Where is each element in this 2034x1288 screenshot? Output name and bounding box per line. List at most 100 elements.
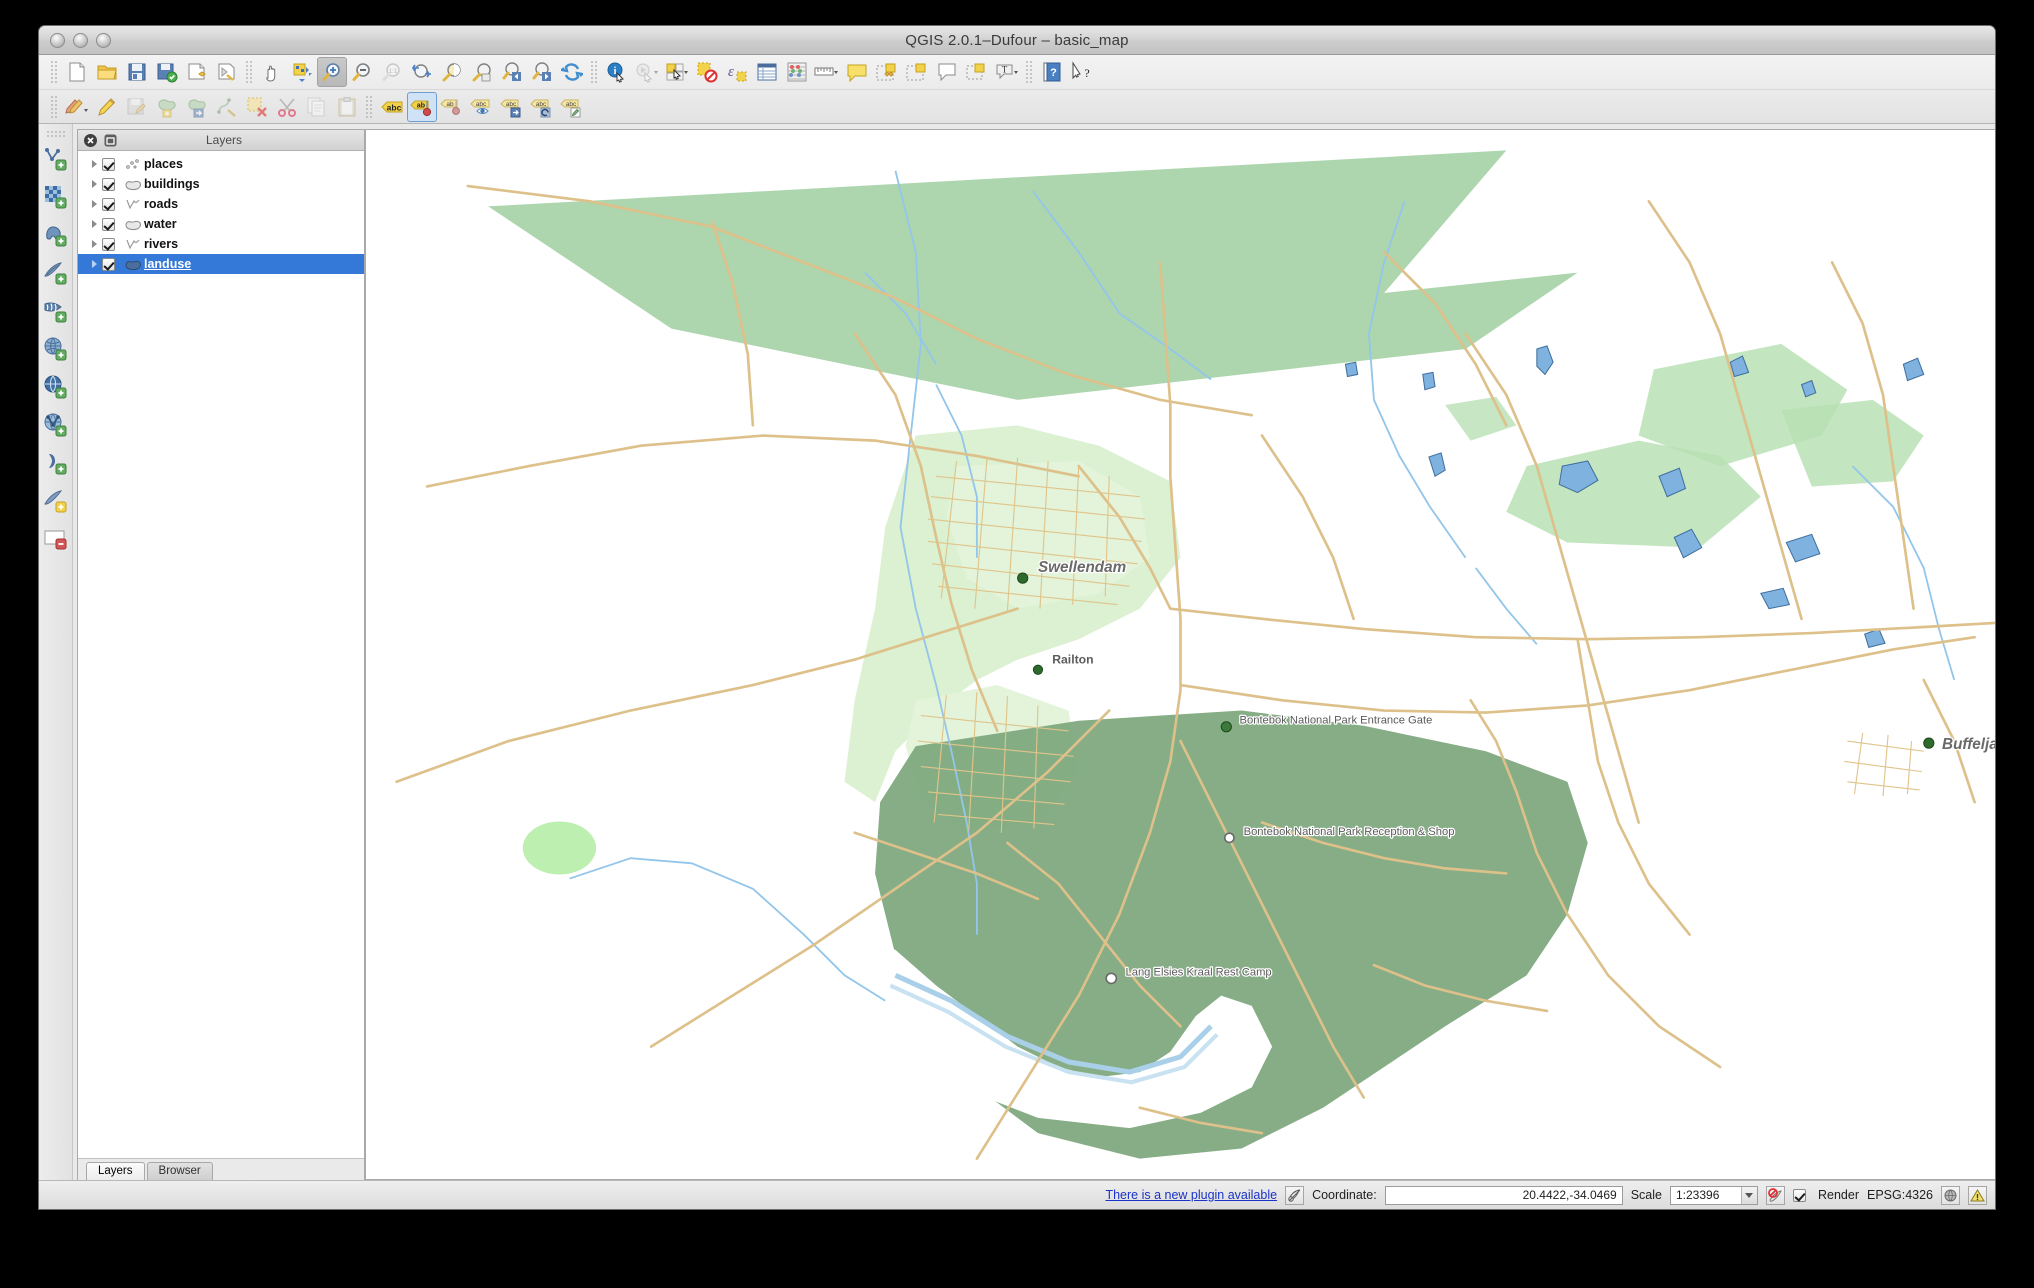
move-feature-button[interactable] (182, 92, 212, 122)
add-delimited-text-layer-button[interactable] (41, 444, 71, 482)
layer-labeling-button[interactable]: abc (377, 92, 407, 122)
zoom-next-button[interactable] (527, 57, 557, 87)
cut-features-button[interactable] (272, 92, 302, 122)
minimize-button[interactable] (73, 33, 88, 48)
run-feature-action-button[interactable] (632, 57, 662, 87)
toggle-editing-button[interactable] (92, 92, 122, 122)
expand-arrow-icon[interactable] (86, 240, 102, 248)
zoom-last-button[interactable] (497, 57, 527, 87)
open-attribute-table-button[interactable] (752, 57, 782, 87)
new-text-label-button[interactable]: T (992, 57, 1022, 87)
add-raster-layer-button[interactable] (41, 178, 71, 216)
stop-render-icon[interactable] (1766, 1186, 1785, 1205)
map-canvas[interactable]: Swellendam Railton Bontebok National Par… (365, 129, 1995, 1180)
delete-selected-button[interactable] (242, 92, 272, 122)
add-vector-layer-button[interactable] (41, 140, 71, 178)
tab-browser[interactable]: Browser (147, 1162, 213, 1180)
layer-row-places[interactable]: places (78, 154, 364, 174)
label-move-button[interactable]: abc (497, 92, 527, 122)
select-features-button[interactable] (662, 57, 692, 87)
layer-visibility-checkbox[interactable] (102, 158, 115, 171)
expand-arrow-icon[interactable] (86, 180, 102, 188)
label-pin-button[interactable]: ab (407, 92, 437, 122)
new-spatialite-layer-button[interactable] (41, 482, 71, 520)
layer-visibility-checkbox[interactable] (102, 238, 115, 251)
layer-row-rivers[interactable]: rivers (78, 234, 364, 254)
tab-layers[interactable]: Layers (86, 1162, 145, 1180)
label-change-button[interactable]: abc (557, 92, 587, 122)
whats-this-button[interactable]: ? (1067, 57, 1097, 87)
toolbar-grip[interactable] (46, 130, 66, 138)
label-highlight-button[interactable]: ab (437, 92, 467, 122)
add-wms-layer-button[interactable] (41, 330, 71, 368)
paste-features-button[interactable] (332, 92, 362, 122)
expand-arrow-icon[interactable] (86, 220, 102, 228)
pan-to-selection-button[interactable] (287, 57, 317, 87)
open-field-calculator-button[interactable] (782, 57, 812, 87)
help-contents-button[interactable]: ? (1037, 57, 1067, 87)
label-rotate-button[interactable]: abc (527, 92, 557, 122)
add-wcs-layer-button[interactable] (41, 368, 71, 406)
save-layer-edits-button[interactable] (122, 92, 152, 122)
identify-features-button[interactable]: i (602, 57, 632, 87)
layer-row-roads[interactable]: roads (78, 194, 364, 214)
close-button[interactable] (50, 33, 65, 48)
deselect-features-button[interactable] (692, 57, 722, 87)
zoom-full-button[interactable] (407, 57, 437, 87)
warning-messages-icon[interactable] (1968, 1186, 1987, 1205)
pan-map-button[interactable] (257, 57, 287, 87)
text-annotation-button[interactable] (932, 57, 962, 87)
new-plugin-link[interactable]: There is a new plugin available (1105, 1188, 1277, 1202)
crs-globe-icon[interactable] (1941, 1186, 1960, 1205)
add-wfs-layer-button[interactable] (41, 406, 71, 444)
node-tool-button[interactable] (212, 92, 242, 122)
zoom-button[interactable] (96, 33, 111, 48)
layer-visibility-checkbox[interactable] (102, 178, 115, 191)
open-table-button[interactable] (41, 520, 71, 558)
toolbar-grip[interactable] (50, 95, 59, 119)
refresh-button[interactable] (557, 57, 587, 87)
current-edits-button[interactable] (62, 92, 92, 122)
save-project-as-button[interactable] (152, 57, 182, 87)
layer-visibility-checkbox[interactable] (102, 198, 115, 211)
layer-row-buildings[interactable]: buildings (78, 174, 364, 194)
render-checkbox[interactable] (1793, 1189, 1806, 1202)
undock-panel-icon[interactable] (102, 132, 118, 148)
layers-list[interactable]: places buildings roads (78, 151, 364, 1158)
scale-combobox[interactable]: 1:23396 (1670, 1186, 1758, 1205)
zoom-to-layer-button[interactable] (467, 57, 497, 87)
layer-row-water[interactable]: water (78, 214, 364, 234)
expand-arrow-icon[interactable] (86, 160, 102, 168)
save-project-button[interactable] (122, 57, 152, 87)
copy-features-button[interactable] (302, 92, 332, 122)
plugin-icon[interactable] (1285, 1186, 1304, 1205)
coordinate-input[interactable]: 20.4422,-34.0469 (1385, 1186, 1623, 1205)
move-annotation-button[interactable] (962, 57, 992, 87)
new-print-composer-button[interactable] (182, 57, 212, 87)
open-project-button[interactable] (92, 57, 122, 87)
new-project-button[interactable] (62, 57, 92, 87)
expand-arrow-icon[interactable] (86, 200, 102, 208)
zoom-to-selection-button[interactable] (437, 57, 467, 87)
toolbar-grip[interactable] (365, 95, 374, 119)
layer-visibility-checkbox[interactable] (102, 218, 115, 231)
composer-manager-button[interactable] (212, 57, 242, 87)
add-mssql-layer-button[interactable] (41, 292, 71, 330)
add-feature-button[interactable] (152, 92, 182, 122)
layer-row-landuse[interactable]: landuse (78, 254, 364, 274)
select-by-expression-button[interactable]: ε (722, 57, 752, 87)
measure-line-button[interactable] (812, 57, 842, 87)
map-tips-button[interactable] (842, 57, 872, 87)
layer-visibility-checkbox[interactable] (102, 258, 115, 271)
zoom-out-button[interactable] (347, 57, 377, 87)
add-postgis-layer-button[interactable] (41, 216, 71, 254)
zoom-native-button[interactable]: 1:1 (377, 57, 407, 87)
add-spatialite-layer-button[interactable] (41, 254, 71, 292)
toolbar-grip[interactable] (1025, 60, 1034, 84)
new-bookmark-button[interactable] (872, 57, 902, 87)
toolbar-grip[interactable] (245, 60, 254, 84)
toolbar-grip[interactable] (590, 60, 599, 84)
label-show-hide-button[interactable]: abc (467, 92, 497, 122)
zoom-in-button[interactable] (317, 57, 347, 87)
chevron-down-icon[interactable] (1741, 1187, 1757, 1204)
